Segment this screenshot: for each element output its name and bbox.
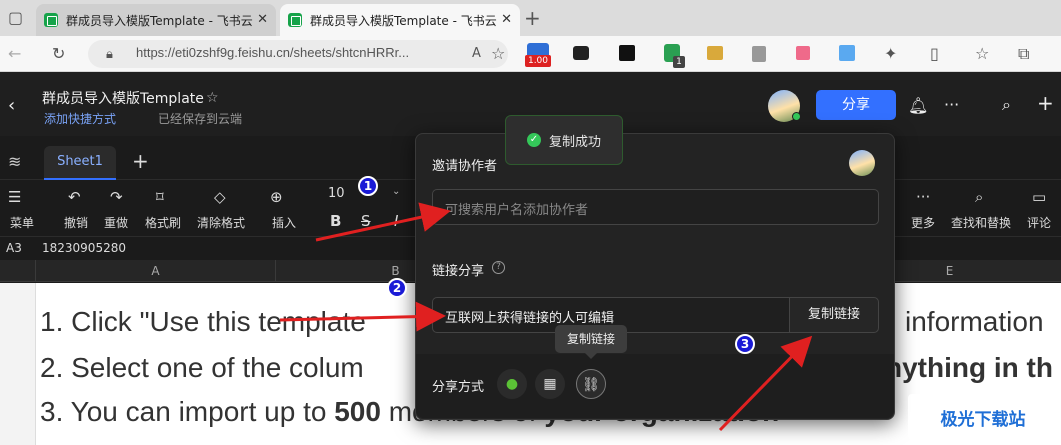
watermark-text: 极光下载站 [940,409,1026,430]
arrow-to-invite [315,202,451,242]
annotation-badge: 1 [358,176,378,196]
arrow-to-permission [279,301,446,332]
annotation-badge: 2 [387,278,407,298]
annotation-badge: 3 [735,334,755,354]
annotation-arrows [279,202,813,432]
watermark-logo: 极光下载站 [908,394,1058,440]
arrow-to-copy [718,335,813,432]
